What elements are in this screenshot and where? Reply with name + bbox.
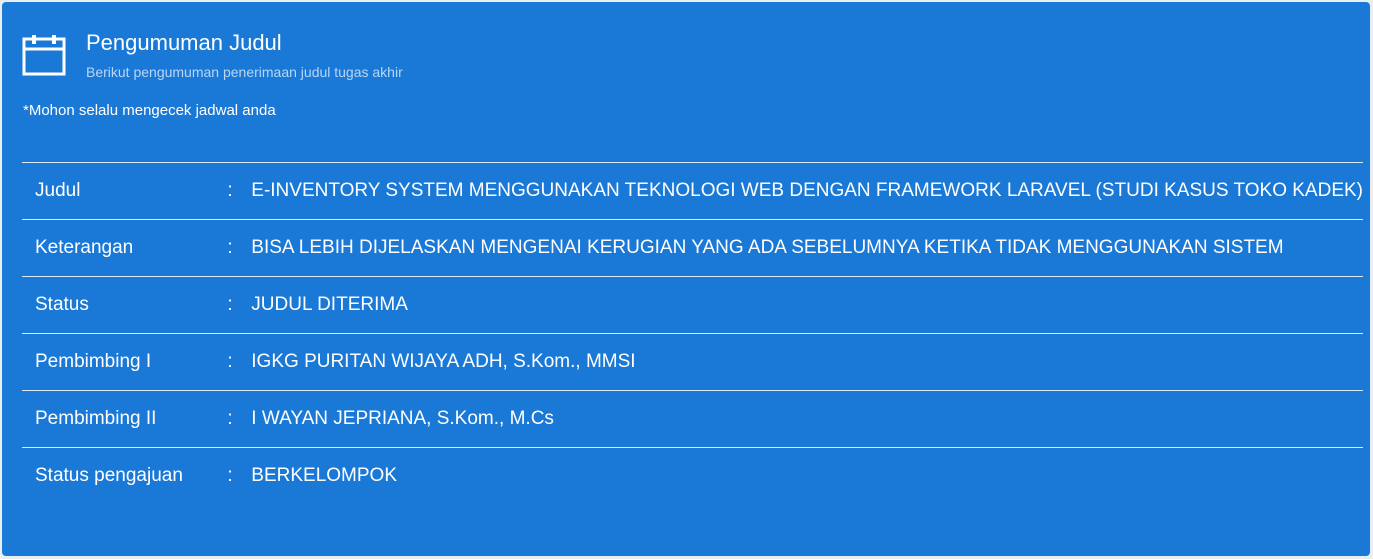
row-value: BERKELOMPOK bbox=[251, 447, 1363, 504]
card-subtitle: Berikut pengumuman penerimaan judul tuga… bbox=[86, 64, 403, 80]
row-value: JUDUL DITERIMA bbox=[251, 276, 1363, 334]
calendar-icon bbox=[22, 35, 66, 76]
card-title: Pengumuman Judul bbox=[86, 30, 282, 55]
row-label: Pembimbing I bbox=[22, 333, 228, 391]
announcement-card: Pengumuman Judul Berikut pengumuman pene… bbox=[2, 2, 1370, 556]
title-block: Pengumuman Judul Berikut pengumuman pene… bbox=[86, 30, 403, 81]
row-value: E-INVENTORY SYSTEM MENGGUNAKAN TEKNOLOGI… bbox=[251, 162, 1363, 220]
row-value: BISA LEBIH DIJELASKAN MENGENAI KERUGIAN … bbox=[251, 219, 1363, 277]
row-value: IGKG PURITAN WIJAYA ADH, S.Kom., MMSI bbox=[251, 333, 1363, 391]
row-label: Pembimbing II bbox=[22, 390, 228, 448]
row-label: Status bbox=[22, 276, 228, 334]
row-value: I WAYAN JEPRIANA, S.Kom., M.Cs bbox=[251, 390, 1363, 448]
row-colon: : bbox=[227, 333, 252, 391]
info-table: Judul : E-INVENTORY SYSTEM MENGGUNAKAN T… bbox=[22, 162, 1363, 504]
row-colon: : bbox=[227, 276, 252, 334]
row-label: Judul bbox=[22, 162, 228, 220]
row-label: Status pengajuan bbox=[22, 447, 228, 504]
row-colon: : bbox=[227, 219, 252, 277]
table-row: Pembimbing II : I WAYAN JEPRIANA, S.Kom.… bbox=[22, 390, 1363, 448]
row-label: Keterangan bbox=[22, 219, 228, 277]
card-header: Pengumuman Judul Berikut pengumuman pene… bbox=[22, 30, 403, 81]
table-row: Judul : E-INVENTORY SYSTEM MENGGUNAKAN T… bbox=[22, 162, 1363, 220]
table-row: Keterangan : BISA LEBIH DIJELASKAN MENGE… bbox=[22, 219, 1363, 277]
row-colon: : bbox=[227, 390, 252, 448]
table-row: Pembimbing I : IGKG PURITAN WIJAYA ADH, … bbox=[22, 333, 1363, 391]
schedule-note: *Mohon selalu mengecek jadwal anda bbox=[23, 102, 276, 119]
table-row: Status pengajuan : BERKELOMPOK bbox=[22, 447, 1363, 504]
table-row: Status : JUDUL DITERIMA bbox=[22, 276, 1363, 334]
row-colon: : bbox=[227, 447, 252, 504]
row-colon: : bbox=[227, 162, 252, 220]
